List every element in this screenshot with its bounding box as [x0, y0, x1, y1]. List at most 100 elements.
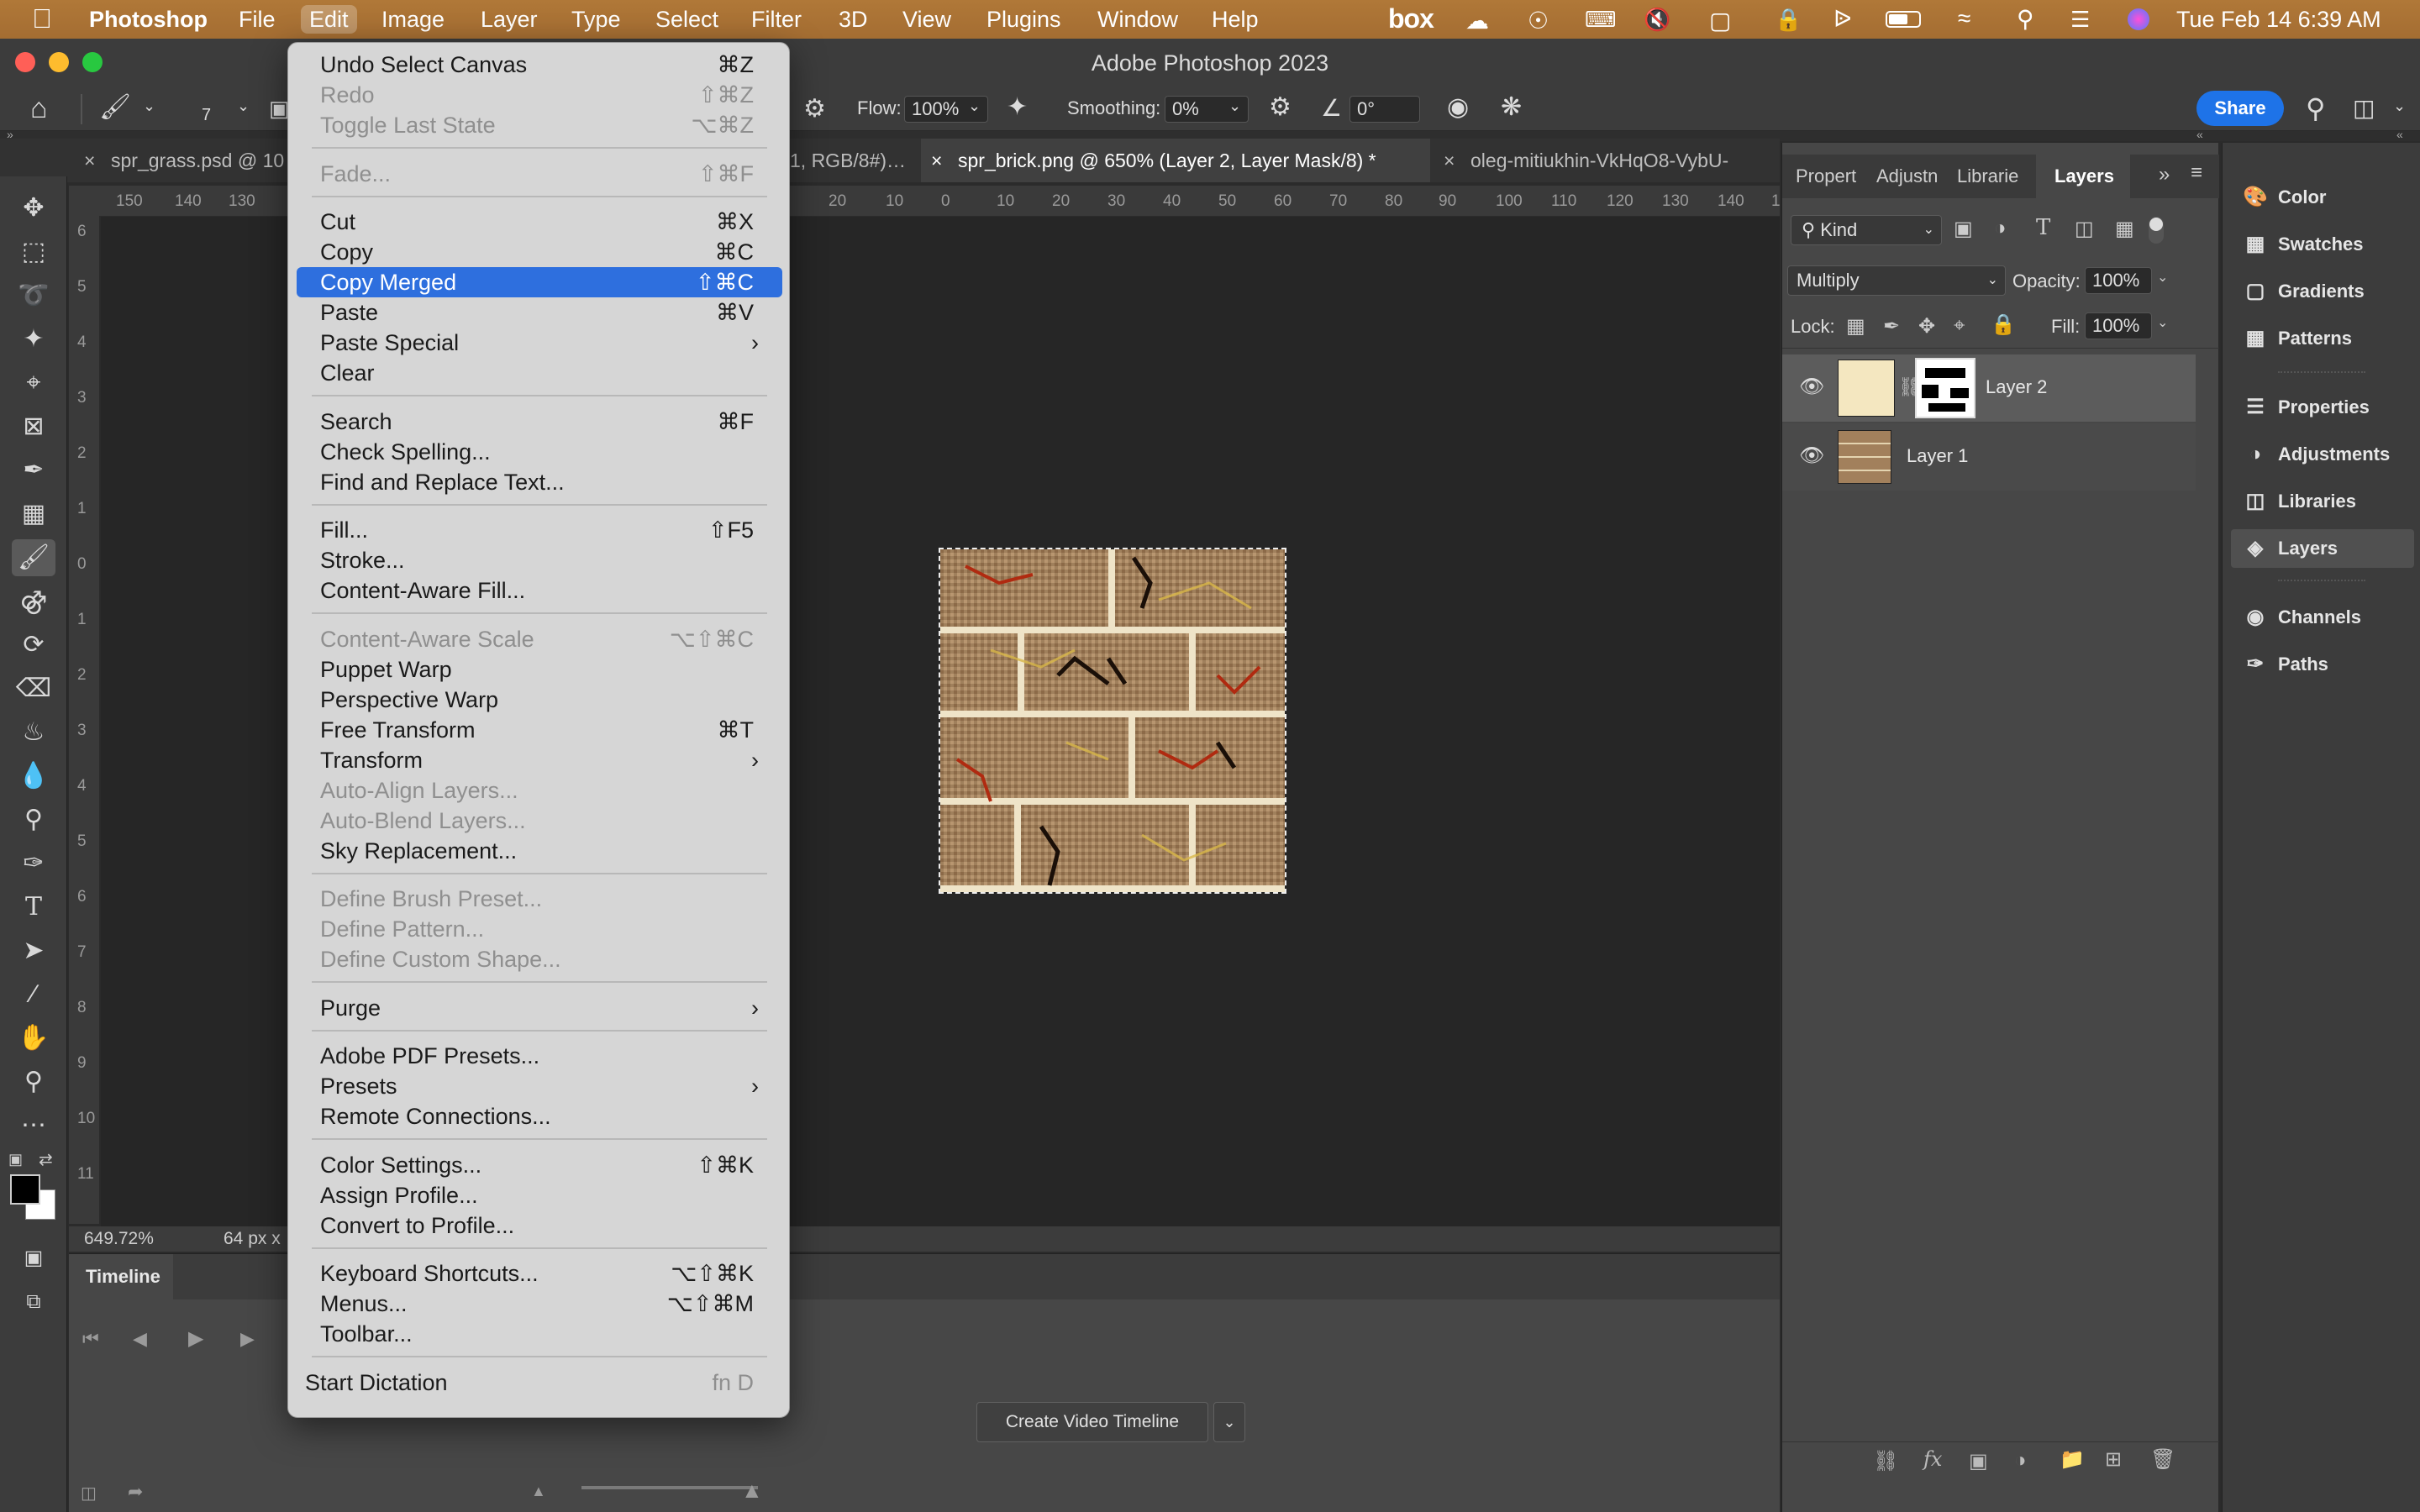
pen-tool-icon[interactable]: ✑ [12, 845, 55, 882]
go-to-first-frame-icon[interactable]: ⏮ [82, 1328, 99, 1350]
smoothing-options-gear-icon[interactable]: ⚙ [1269, 92, 1292, 122]
menu-view[interactable]: View [894, 5, 960, 34]
filter-pixel-icon[interactable]: ▣ [1954, 217, 1973, 241]
link-layers-icon[interactable]: ⛓ [1873, 1449, 1898, 1473]
tab-properties[interactable]: Propert [1796, 155, 1873, 198]
foreground-color-swatch[interactable] [10, 1174, 40, 1205]
menu-item-paste-special[interactable]: Paste Special › [297, 328, 782, 358]
filter-smart-object-icon[interactable]: ▦ [2115, 217, 2134, 241]
menu-item-toolbar[interactable]: Toolbar... [297, 1319, 782, 1349]
lock-image-pixels-icon[interactable]: ✒ [1883, 314, 1900, 339]
panel-menu-icon[interactable]: ≡ [2191, 161, 2202, 185]
layer-thumbnail[interactable] [1838, 360, 1895, 417]
menu-item-clear[interactable]: Clear [297, 358, 782, 388]
brush-tool-icon[interactable]: 🖌 [12, 539, 55, 576]
more-tools-icon[interactable]: ⋯ [12, 1107, 55, 1144]
layer-mask-thumbnail[interactable] [1915, 358, 1975, 418]
tab-spr-grass[interactable]: × spr_grass.psd @ 10 [76, 139, 286, 182]
menu-item-free-transform[interactable]: Free Transform ⌘T [297, 715, 782, 745]
box-app-icon[interactable]: box [1388, 3, 1434, 34]
marquee-tool-icon[interactable]: ⬚ [12, 234, 55, 270]
dock-swatches[interactable]: ▦ Swatches [2231, 225, 2414, 264]
menu-item-transform[interactable]: Transform › [297, 745, 782, 775]
apple-icon[interactable]:  [32, 3, 52, 34]
share-button[interactable]: Share [2196, 91, 2284, 126]
history-brush-tool-icon[interactable]: ⟳ [12, 627, 55, 664]
tab-oleg-mitiukhin[interactable]: × oleg-mitiukhin-VkHqO8-VybU- [1434, 139, 1780, 182]
chevron-down-icon[interactable]: ⌄ [2393, 97, 2406, 115]
menu-item-copy[interactable]: Copy ⌘C [297, 237, 782, 267]
eraser-tool-icon[interactable]: ⌫ [12, 670, 55, 707]
convert-frames-icon[interactable]: ➦ [128, 1481, 143, 1503]
menu-item-color-settings[interactable]: Color Settings... ⇧⌘K [297, 1150, 782, 1180]
tab-timeline[interactable]: Timeline [69, 1254, 173, 1299]
globe-icon[interactable]: ☉ [1528, 7, 1549, 34]
menu-help[interactable]: Help [1203, 5, 1267, 34]
magic-wand-tool-icon[interactable]: ✦ [12, 321, 55, 358]
filter-type-icon[interactable]: T [2036, 215, 2050, 240]
lasso-tool-icon[interactable]: ➰ [12, 277, 55, 314]
menu-item-content-aware-fill[interactable]: Content-Aware Fill... [297, 575, 782, 606]
expand-panels-icon[interactable]: » [2159, 163, 2170, 186]
lock-transparent-pixels-icon[interactable]: ▦ [1846, 314, 1865, 339]
menu-image[interactable]: Image [373, 5, 453, 34]
collapse-panels-icon[interactable]: « [2196, 128, 2203, 141]
dodge-tool-icon[interactable]: ⚲ [12, 801, 55, 838]
chevron-down-icon[interactable]: ⌄ [1213, 1402, 1245, 1442]
layer-name[interactable]: Layer 1 [1907, 445, 1968, 467]
brush-angle-input[interactable]: 0° [1349, 96, 1420, 123]
layer-style-fx-icon[interactable]: fx [1923, 1447, 1942, 1471]
move-tool-icon[interactable]: ✥ [12, 190, 55, 227]
pressure-size-icon[interactable]: ◉ [1447, 92, 1469, 122]
brush-size-value[interactable]: 7 [202, 106, 211, 125]
eye-visibility-icon[interactable]: 👁 [1799, 444, 1824, 468]
keyboard-icon[interactable]: ⌨ [1585, 7, 1617, 33]
opacity-input[interactable]: 100% [2085, 267, 2152, 294]
menu-item-check-spelling[interactable]: Check Spelling... [297, 437, 782, 467]
filter-adjustment-icon[interactable]: ◑ [1994, 217, 2007, 240]
menu-item-stroke[interactable]: Stroke... [297, 545, 782, 575]
chevron-down-icon[interactable]: ⌄ [1228, 97, 1241, 115]
menu-item-purge[interactable]: Purge › [297, 993, 782, 1023]
default-colors-icon[interactable]: ▣ [8, 1151, 23, 1168]
type-tool-icon[interactable]: T [12, 889, 55, 926]
add-mask-icon[interactable]: ▣ [1969, 1449, 1988, 1473]
tab-libraries[interactable]: Librarie [1957, 155, 2033, 198]
menu-plugins[interactable]: Plugins [978, 5, 1070, 34]
chevron-down-icon[interactable]: ⌄ [968, 97, 981, 115]
tab-adjustments[interactable]: Adjustn [1876, 155, 1954, 198]
zoom-window-button[interactable] [82, 52, 103, 72]
menu-item-sky-replacement[interactable]: Sky Replacement... [297, 836, 782, 866]
frame-animation-icon[interactable]: ◫ [81, 1483, 97, 1504]
menu-item-find-and-replace-text[interactable]: Find and Replace Text... [297, 467, 782, 497]
control-center-icon[interactable]: ☰ [2070, 7, 2090, 33]
swap-colors-icon[interactable]: ⇄ [39, 1149, 53, 1170]
brush-settings-icon[interactable]: ▣ [269, 96, 290, 122]
screen-mode-icon[interactable]: ⧉ [12, 1284, 55, 1320]
layer-row[interactable]: 👁 ⛓ Layer 2 [1782, 354, 2196, 422]
menu-photoshop[interactable]: Photoshop [81, 5, 216, 34]
menu-item-convert-to-profile[interactable]: Convert to Profile... [297, 1210, 782, 1241]
menu-item-fill[interactable]: Fill... ⇧F5 [297, 515, 782, 545]
lock-artboard-icon[interactable]: ⌖ [1954, 314, 1965, 338]
blend-mode-select[interactable]: Multiply ⌄ [1787, 265, 2006, 296]
layer-thumbnail[interactable] [1838, 430, 1891, 484]
brush-tool-preset-icon[interactable]: 🖌 [99, 92, 131, 122]
menu-item-start-dictation[interactable]: Start Dictation fn D [297, 1368, 782, 1398]
wifi-icon[interactable]: ≈ [1958, 5, 1970, 32]
close-icon[interactable]: × [84, 139, 95, 182]
menu-3d[interactable]: 3D [830, 5, 876, 34]
lock-position-icon[interactable]: ✥ [1918, 314, 1935, 339]
play-icon[interactable]: ▶ [188, 1326, 203, 1351]
airbrush-icon[interactable]: ✦ [1007, 92, 1028, 122]
menu-item-search[interactable]: Search ⌘F [297, 407, 782, 437]
dock-patterns[interactable]: ▦ Patterns [2231, 319, 2414, 358]
close-window-button[interactable] [15, 52, 35, 72]
bluetooth-icon[interactable]: ᐉ [1833, 5, 1852, 33]
path-selection-tool-icon[interactable]: ➤ [12, 932, 55, 969]
zoom-tool-icon[interactable]: ⚲ [12, 1063, 55, 1100]
close-icon[interactable]: × [931, 139, 942, 182]
menu-item-undo-select-canvas[interactable]: Undo Select Canvas ⌘Z [297, 50, 782, 80]
creative-cloud-icon[interactable]: ☁ [1465, 7, 1489, 34]
tab-background-doc[interactable]: 1, RGB/8#)… [790, 139, 916, 182]
